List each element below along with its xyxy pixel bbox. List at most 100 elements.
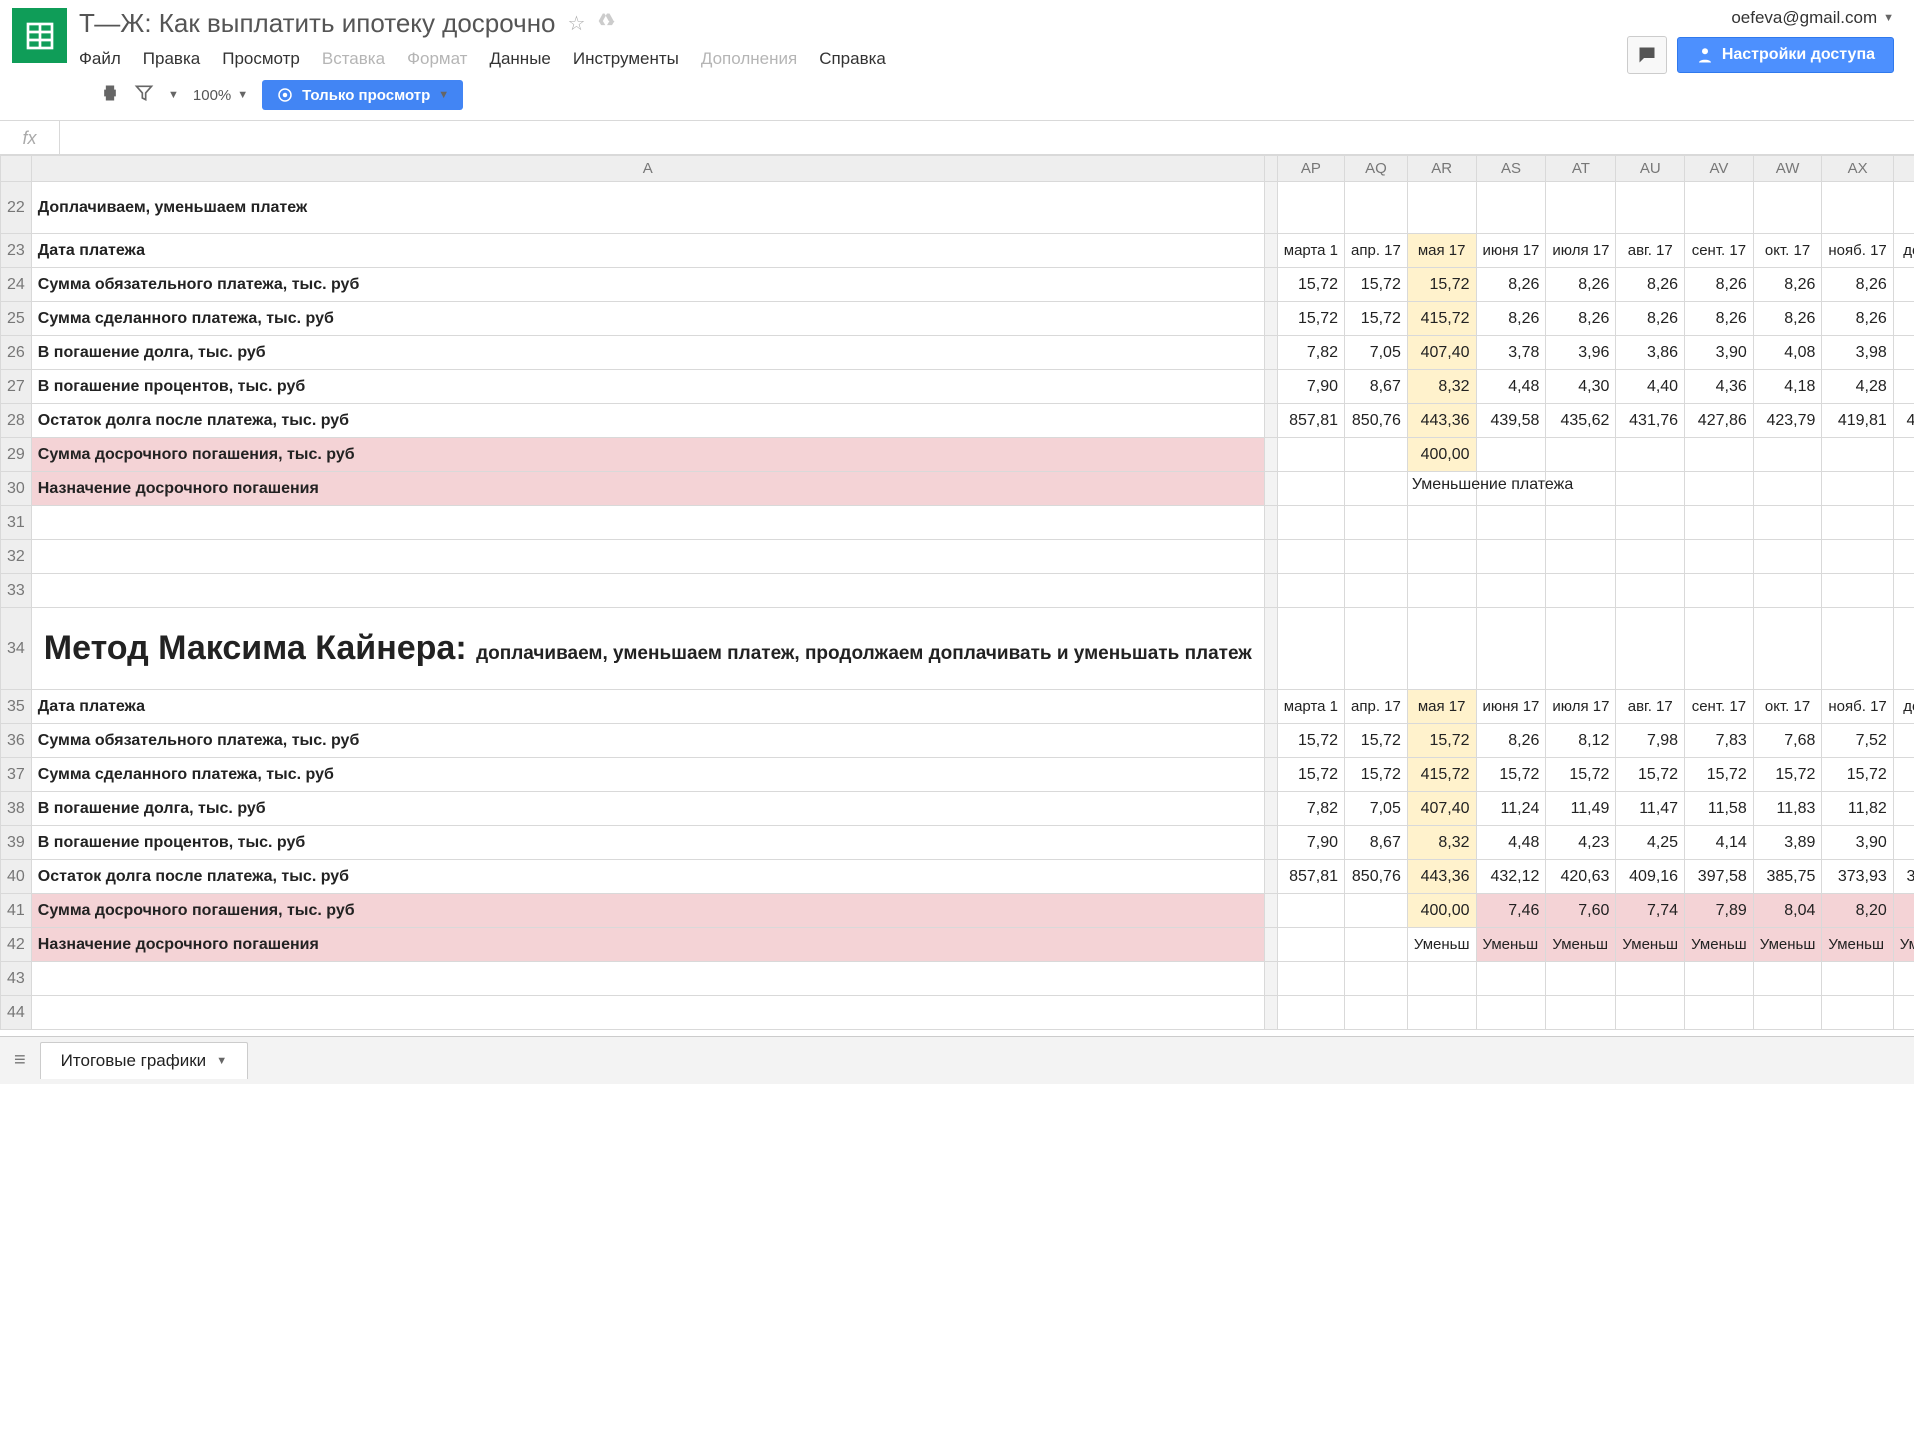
cell[interactable] [1264,506,1277,540]
cell[interactable]: 7,90 [1277,826,1344,860]
cell[interactable]: 15,72 [1345,268,1408,302]
cell[interactable]: 11,82 [1822,792,1893,826]
cell[interactable] [1893,540,1914,574]
cell[interactable] [1476,962,1546,996]
cell[interactable]: дек. 17 [1893,234,1914,268]
cell[interactable]: 415,72 [1407,302,1476,336]
cell[interactable] [1685,962,1754,996]
cell[interactable] [1546,962,1616,996]
cell[interactable]: июня 17 [1476,234,1546,268]
cell[interactable] [1893,996,1914,1030]
cell[interactable] [1407,962,1476,996]
row-header[interactable]: 30 [1,472,32,506]
cell[interactable]: 8,26 [1685,268,1754,302]
cell[interactable]: 361,87 [1893,860,1914,894]
cell[interactable]: Остаток долга после платежа, тыс. руб [31,860,1264,894]
cell[interactable]: 435,62 [1546,404,1616,438]
cell[interactable]: 409,16 [1616,860,1685,894]
cell[interactable] [1277,574,1344,608]
cell[interactable]: 15,72 [1277,268,1344,302]
cell[interactable]: Уменьшение платежа [1407,472,1476,506]
cell[interactable] [1685,996,1754,1030]
cell[interactable] [1277,540,1344,574]
cell[interactable]: 373,93 [1822,860,1893,894]
cell[interactable] [1616,574,1685,608]
cell[interactable]: 11,47 [1616,792,1685,826]
row-header[interactable]: 43 [1,962,32,996]
cell[interactable]: 8,26 [1893,302,1914,336]
row-header[interactable]: 39 [1,826,32,860]
cell[interactable] [1264,472,1277,506]
cell[interactable] [1616,472,1685,506]
print-icon[interactable] [100,83,120,108]
cell[interactable]: 15,72 [1345,758,1408,792]
cell[interactable] [1753,506,1822,540]
cell[interactable] [1264,608,1277,690]
cell[interactable] [1264,336,1277,370]
cell[interactable]: Сумма обязательного платежа, тыс. руб [31,724,1264,758]
cell[interactable] [1264,724,1277,758]
column-header[interactable]: A [31,156,1264,182]
cell[interactable]: 4,14 [1685,826,1754,860]
cell[interactable] [1264,540,1277,574]
cell[interactable] [31,540,1264,574]
cell[interactable]: 443,36 [1407,404,1476,438]
cell[interactable] [1264,268,1277,302]
cell[interactable]: 431,76 [1616,404,1685,438]
cell[interactable]: Доплачиваем, уменьшаем платеж [31,182,1264,234]
cell[interactable] [1893,962,1914,996]
cell[interactable]: 8,26 [1616,268,1685,302]
cell[interactable]: Остаток долга после платежа, тыс. руб [31,404,1264,438]
cell[interactable]: 8,26 [1753,268,1822,302]
cell[interactable] [1753,962,1822,996]
cell[interactable]: 400,00 [1407,894,1476,928]
cell[interactable]: 3,96 [1546,336,1616,370]
cell[interactable]: 8,26 [1822,302,1893,336]
cell[interactable]: 7,74 [1616,894,1685,928]
menu-file[interactable]: Файл [79,49,121,69]
formula-bar[interactable]: fx [0,121,1914,155]
cell[interactable]: 4,15 [1893,336,1914,370]
cell[interactable] [1685,182,1754,234]
cell[interactable] [1476,574,1546,608]
row-header[interactable]: 27 [1,370,32,404]
sheet-tab[interactable]: Итоговые графики ▼ [40,1042,248,1079]
row-header[interactable]: 31 [1,506,32,540]
cell[interactable] [1264,894,1277,928]
cell[interactable]: В погашение долга, тыс. руб [31,336,1264,370]
menu-help[interactable]: Справка [819,49,886,69]
cell[interactable]: 8,26 [1616,302,1685,336]
cell[interactable] [1753,608,1822,690]
cell[interactable]: 8,26 [1822,268,1893,302]
cell[interactable] [1546,574,1616,608]
cell[interactable]: 15,72 [1822,758,1893,792]
cell[interactable] [1277,182,1344,234]
cell[interactable] [31,962,1264,996]
cell[interactable]: 3,98 [1822,336,1893,370]
cell[interactable]: 8,26 [1893,268,1914,302]
cell[interactable] [1616,608,1685,690]
row-header[interactable]: 37 [1,758,32,792]
cell[interactable] [1264,860,1277,894]
cell[interactable]: 415,72 [1407,758,1476,792]
column-header[interactable]: AR [1407,156,1476,182]
cell[interactable] [1476,540,1546,574]
cell[interactable]: 8,26 [1753,302,1822,336]
cell[interactable]: 11,49 [1546,792,1616,826]
column-header[interactable] [1,156,32,182]
cell[interactable]: 15,72 [1407,268,1476,302]
cell[interactable]: 4,30 [1546,370,1616,404]
cell[interactable]: 432,12 [1476,860,1546,894]
cell[interactable]: В погашение процентов, тыс. руб [31,826,1264,860]
cell[interactable] [1753,574,1822,608]
cell[interactable]: Сумма обязательного платежа, тыс. руб [31,268,1264,302]
cell[interactable] [1616,182,1685,234]
cell[interactable] [1822,182,1893,234]
cell[interactable]: 419,81 [1822,404,1893,438]
cell[interactable] [1407,182,1476,234]
cell[interactable] [1345,438,1408,472]
cell[interactable]: июля 17 [1546,234,1616,268]
cell[interactable] [1345,540,1408,574]
column-header[interactable]: AT [1546,156,1616,182]
cell[interactable]: 3,78 [1476,336,1546,370]
